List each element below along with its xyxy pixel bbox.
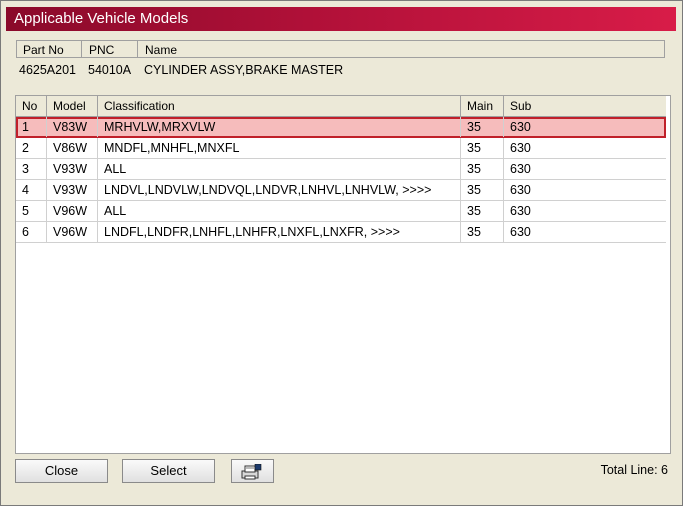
cell-no: 4 <box>16 180 47 200</box>
cell-sub: 630 <box>510 204 531 218</box>
select-button[interactable]: Select <box>122 459 215 483</box>
table-row[interactable]: 6 V96W LNDFL,LNDFR,LNHFL,LNHFR,LNXFL,LNX… <box>16 222 666 243</box>
cell-classification: LNDVL,LNDVLW,LNDVQL,LNDVR,LNHVL,LNHVLW, … <box>98 180 461 200</box>
window-title: Applicable Vehicle Models <box>14 10 189 27</box>
table-row[interactable]: 5 V96W ALL 35 630 <box>16 201 666 222</box>
cell-no: 2 <box>16 138 47 158</box>
cell-model: V96W <box>47 201 98 221</box>
pnc-label: PNC <box>89 43 115 57</box>
cell-no: 3 <box>16 159 47 179</box>
header-divider <box>137 41 138 57</box>
cell-no: 5 <box>16 201 47 221</box>
cell-classification: LNDFL,LNDFR,LNHFL,LNHFR,LNXFL,LNXFR, >>>… <box>98 222 461 242</box>
cell-main: 35 <box>461 222 504 242</box>
column-header-no[interactable]: No <box>16 96 47 116</box>
cell-main: 35 <box>461 159 504 179</box>
close-button[interactable]: Close <box>15 459 108 483</box>
cell-model: V93W <box>47 159 98 179</box>
cell-main: 35 <box>461 117 504 137</box>
cell-model: V86W <box>47 138 98 158</box>
table-row[interactable]: 2 V86W MNDFL,MNHFL,MNXFL 35 630 <box>16 138 666 159</box>
part-name-value: CYLINDER ASSY,BRAKE MASTER <box>144 63 344 77</box>
cell-model: V96W <box>47 222 98 242</box>
dialog-body: Part No PNC Name 4625A201 54010A CYLINDE… <box>6 31 676 501</box>
name-label: Name <box>145 43 178 57</box>
pnc-value: 54010A <box>88 63 132 77</box>
column-header-main[interactable]: Main <box>461 96 504 116</box>
part-no-value: 4625A201 <box>19 63 77 77</box>
printer-icon <box>241 464 262 480</box>
part-header-row: Part No PNC Name <box>16 40 665 58</box>
total-line: Total Line: 6 <box>600 463 668 477</box>
part-header: Part No PNC Name <box>16 40 665 58</box>
cell-classification: ALL <box>98 159 461 179</box>
applicable-vehicle-models-window: Applicable Vehicle Models Part No PNC Na… <box>0 0 683 506</box>
part-no-label: Part No <box>23 43 64 57</box>
cell-classification: MRHVLW,MRXVLW <box>98 117 461 137</box>
vehicle-models-table[interactable]: No Model Classification Main Sub 1 V83W … <box>15 95 671 454</box>
column-header-sub[interactable]: Sub <box>504 96 666 116</box>
cell-main: 35 <box>461 180 504 200</box>
print-button[interactable] <box>231 459 274 483</box>
table-row[interactable]: 3 V93W ALL 35 630 <box>16 159 666 180</box>
cell-classification: MNDFL,MNHFL,MNXFL <box>98 138 461 158</box>
cell-sub: 630 <box>510 183 531 197</box>
cell-model: V83W <box>47 117 98 137</box>
header-divider <box>81 41 82 57</box>
title-bar[interactable]: Applicable Vehicle Models <box>6 7 676 31</box>
cell-sub: 630 <box>510 162 531 176</box>
column-header-classification[interactable]: Classification <box>98 96 461 116</box>
table-row[interactable]: 4 V93W LNDVL,LNDVLW,LNDVQL,LNDVR,LNHVL,L… <box>16 180 666 201</box>
cell-sub: 630 <box>510 141 531 155</box>
cell-no: 1 <box>16 117 47 137</box>
table-header: No Model Classification Main Sub <box>16 96 666 117</box>
table-row[interactable]: 1 V83W MRHVLW,MRXVLW 35 630 <box>16 117 666 138</box>
cell-no: 6 <box>16 222 47 242</box>
column-header-model[interactable]: Model <box>47 96 98 116</box>
cell-main: 35 <box>461 138 504 158</box>
cell-main: 35 <box>461 201 504 221</box>
cell-sub: 630 <box>510 120 531 134</box>
cell-model: V93W <box>47 180 98 200</box>
cell-sub: 630 <box>510 225 531 239</box>
table-body: 1 V83W MRHVLW,MRXVLW 35 630 2 V86W MNDFL… <box>16 117 666 243</box>
cell-classification: ALL <box>98 201 461 221</box>
